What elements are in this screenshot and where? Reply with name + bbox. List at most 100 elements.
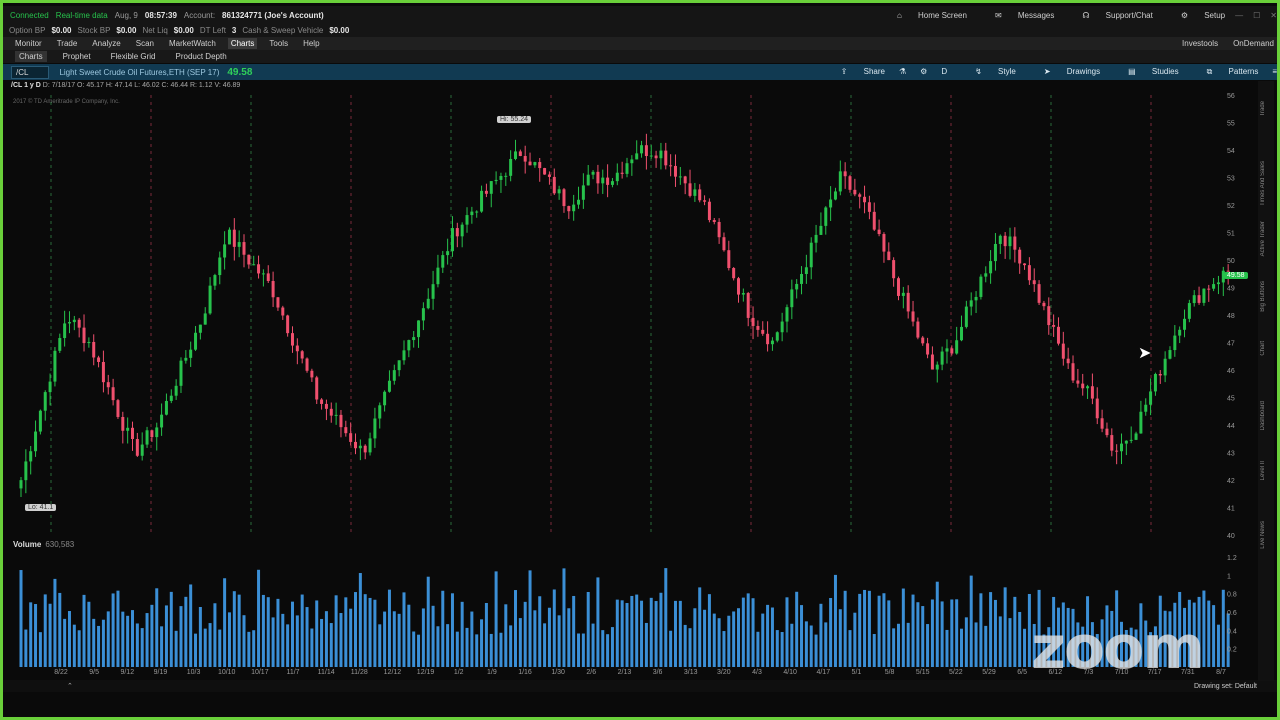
candle-body — [354, 441, 358, 449]
menu-charts[interactable]: Charts — [227, 38, 258, 49]
subtab-prophet[interactable]: Prophet — [59, 51, 95, 62]
messages-button[interactable]: ✉ Messages — [981, 11, 1054, 20]
studies-button[interactable]: ▤ Studies — [1114, 67, 1178, 77]
x-tick-label: 1/2 — [453, 669, 464, 676]
x-tick-label: 3/20 — [717, 669, 731, 676]
candle-body — [111, 387, 115, 401]
sidebar-tab[interactable]: Level II — [1260, 461, 1266, 480]
menu-help[interactable]: Help — [300, 38, 322, 49]
sidebar-tab[interactable]: Chart — [1260, 341, 1266, 356]
y-tick-label: 47 — [1227, 341, 1235, 348]
menu-marketwatch[interactable]: MarketWatch — [166, 38, 219, 49]
volume-bar — [484, 603, 488, 667]
net-liq-value: $0.00 — [173, 26, 194, 35]
sidebar-tab[interactable]: Dashboard — [1260, 401, 1266, 430]
account-selector[interactable]: 861324771 (Joe's Account) — [222, 11, 324, 20]
candle-body — [43, 392, 47, 411]
expand-icon[interactable]: ⌃ — [67, 682, 73, 690]
x-tick-label: 8/22 — [54, 669, 68, 676]
flask-icon[interactable]: ⚗ — [899, 67, 906, 77]
candle-body — [625, 163, 629, 174]
volume-bar — [63, 618, 67, 667]
candle-body — [1212, 284, 1216, 289]
menu-trade[interactable]: Trade — [54, 38, 81, 49]
menu-icon[interactable]: ≡ — [1272, 67, 1277, 77]
sidebar-tab[interactable]: Big Buttons — [1260, 281, 1266, 312]
menu-analyze[interactable]: Analyze — [89, 38, 123, 49]
volume-bar — [1003, 587, 1007, 667]
style-button[interactable]: ↯ Style — [961, 67, 1016, 77]
candle-body — [926, 343, 930, 355]
subtab-product-depth[interactable]: Product Depth — [172, 51, 231, 62]
investools-link[interactable]: Investools — [1179, 38, 1221, 49]
volume-bar — [829, 598, 833, 667]
sidebar-tab[interactable]: Trade — [1260, 101, 1266, 116]
candle-body — [320, 399, 324, 404]
volume-bar — [213, 603, 217, 667]
candle-body — [756, 325, 760, 330]
chart-settings-icon[interactable]: ⚙ — [920, 67, 927, 77]
menu-monitor[interactable]: Monitor — [12, 38, 45, 49]
candle-body — [121, 416, 125, 431]
drawings-button[interactable]: ➤ Drawings — [1030, 67, 1100, 77]
volume-bar — [358, 573, 362, 667]
candle-body — [562, 189, 566, 207]
volume-tick-label: 0.6 — [1227, 610, 1237, 617]
sidebar-tab[interactable]: Live News — [1260, 521, 1266, 549]
sidebar-tab[interactable]: Active Trader — [1260, 221, 1266, 256]
volume-bar — [601, 630, 605, 667]
candle-body — [324, 403, 328, 409]
candle-body — [572, 204, 576, 212]
setup-button[interactable]: ⚙ Setup — [1167, 11, 1225, 20]
candle-body — [979, 276, 983, 297]
volume-bar — [630, 595, 634, 667]
candle-body — [591, 171, 595, 175]
volume-bar — [164, 605, 168, 667]
volume-bar — [921, 606, 925, 667]
support-chat-button[interactable]: ☊ Support/Chat — [1068, 11, 1152, 20]
x-tick-label: 2/13 — [617, 669, 632, 676]
x-tick-label: 10/3 — [186, 669, 201, 676]
maximize-button[interactable]: ☐ — [1253, 11, 1260, 20]
volume-bar — [528, 570, 532, 667]
volume-bar — [179, 606, 183, 667]
ondemand-button[interactable]: OnDemand — [1230, 38, 1277, 49]
candle-body — [659, 150, 663, 159]
volume-bar — [683, 624, 687, 667]
volume-bar — [465, 627, 469, 667]
volume-bar — [993, 599, 997, 667]
menu-scan[interactable]: Scan — [133, 38, 157, 49]
subtab-charts[interactable]: Charts — [15, 51, 47, 62]
ohlc-date: D: 7/18/17 — [42, 82, 76, 89]
symbol-input[interactable]: /CL — [11, 65, 50, 79]
candle-body — [465, 215, 469, 225]
candle-body — [450, 228, 454, 252]
realtime-status: Real-time data — [55, 11, 108, 20]
price-chart[interactable]: 40 41 42 43 44 45 46 47 48 49 50 51 52 53 54 55 56 — [11, 91, 1261, 539]
close-button[interactable]: ✕ — [1270, 11, 1277, 20]
share-button[interactable]: ⇪ Share — [827, 67, 885, 77]
volume-bar — [877, 595, 881, 667]
minimize-button[interactable]: — — [1235, 11, 1243, 20]
volume-bar — [150, 604, 154, 667]
candle-body — [887, 251, 891, 261]
volume-bar — [887, 600, 891, 667]
volume-bar — [989, 592, 993, 667]
candle-body — [373, 418, 377, 439]
candle-body — [310, 370, 314, 378]
volume-bar — [407, 604, 411, 667]
menu-tools[interactable]: Tools — [266, 38, 291, 49]
sidebar-tab[interactable]: Times And Sales — [1260, 161, 1266, 206]
candle-body — [261, 273, 265, 275]
period-selector[interactable]: D — [941, 67, 947, 77]
drawing-set-selector[interactable]: Drawing set: Default — [1194, 683, 1257, 690]
patterns-button[interactable]: ⧉ Patterns — [1193, 67, 1259, 77]
candle-body — [349, 433, 353, 442]
x-tick-label: 12/12 — [383, 669, 402, 676]
volume-bar — [858, 593, 862, 667]
x-tick-label: 5/22 — [949, 669, 963, 676]
subtab-flexible-grid[interactable]: Flexible Grid — [107, 51, 160, 62]
y-tick-label: 50 — [1227, 258, 1235, 265]
candle-body — [1071, 363, 1075, 381]
home-screen-button[interactable]: ⌂ Home Screen — [883, 11, 967, 20]
